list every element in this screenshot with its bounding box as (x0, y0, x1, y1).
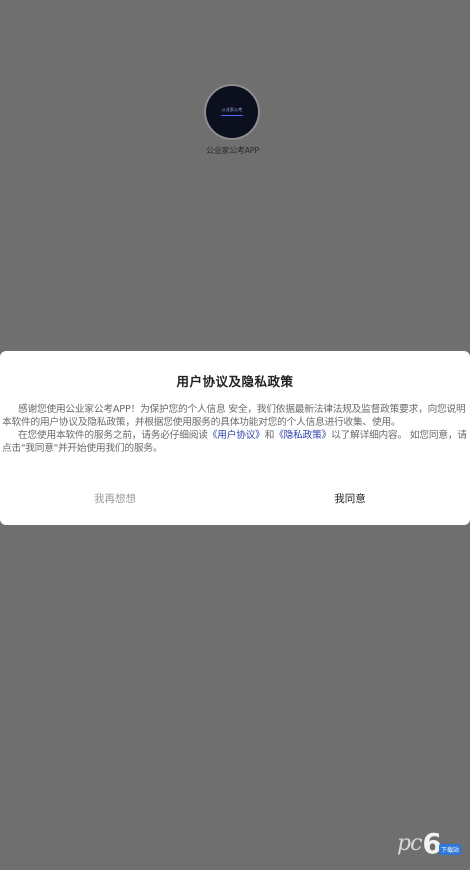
site-watermark: pc 6 下载站 (397, 826, 463, 860)
privacy-policy-link[interactable]: 《隐私政策》 (274, 430, 331, 441)
app-logo-text: 公业家公考 (221, 106, 243, 112)
app-logo-underline (221, 114, 243, 117)
watermark-badge: 下载站 (438, 844, 461, 855)
accept-button[interactable]: 我同意 (280, 491, 420, 506)
dialog-title: 用户协议及隐私政策 (176, 374, 294, 389)
user-agreement-link[interactable]: 《用户协议》 (208, 430, 265, 441)
dialog-paragraph-intro: 感谢您使用公业家公考APP！为保护您的个人信息 安全，我们依据最新法律法规及监督… (2, 404, 466, 428)
decline-button[interactable]: 我再想想 (45, 491, 185, 506)
dialog-body: 感谢您使用公业家公考APP！为保护您的个人信息 安全，我们依据最新法律法规及监督… (2, 403, 468, 455)
dialog-paragraph-consent: 在您使用本软件的服务之前，请务必仔细阅读《用户协议》和《隐私政策》以了解详细内容… (2, 429, 468, 455)
app-name: 公业家公考APP (206, 146, 259, 155)
consent-text-before: 在您使用本软件的服务之前，请务必仔细阅读 (18, 430, 208, 441)
consent-text-and: 和 (264, 430, 275, 441)
watermark-pc-text: pc (397, 830, 422, 856)
app-logo: 公业家公考 (206, 86, 258, 138)
